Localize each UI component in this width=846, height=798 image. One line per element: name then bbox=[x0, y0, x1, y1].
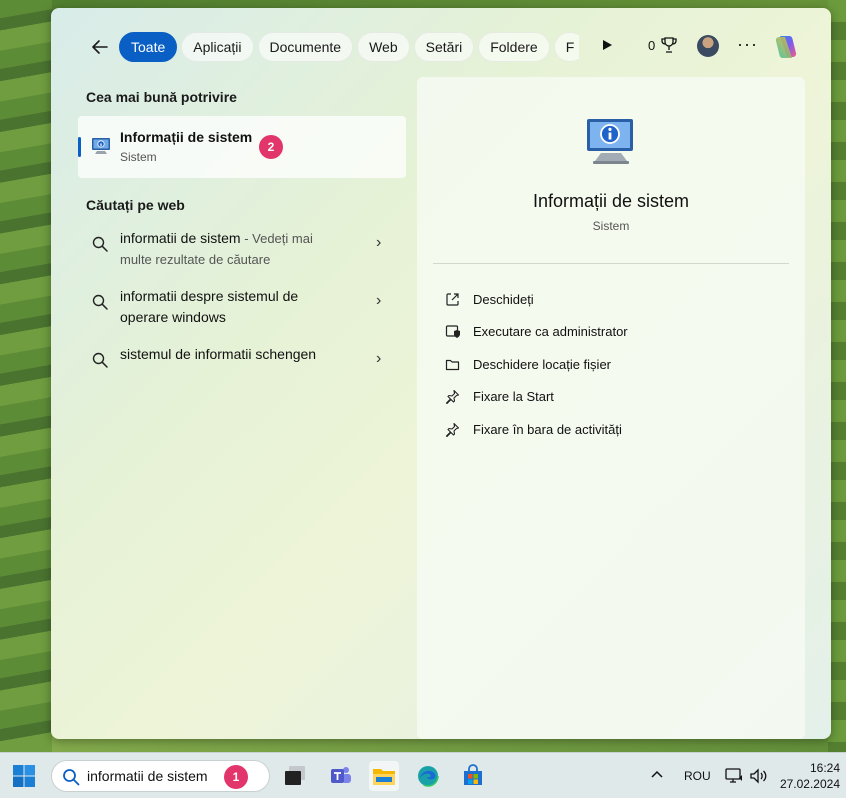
web-result-2-text: informatii despre sistemul de operare win… bbox=[120, 286, 370, 328]
detail-subtitle: Sistem bbox=[592, 219, 630, 233]
best-match-item[interactable]: Informații de sistem Sistem 2 bbox=[78, 116, 406, 178]
chevron-right-icon[interactable]: › bbox=[376, 350, 381, 368]
action-list: Deschideți Executare ca administrator De… bbox=[444, 283, 628, 446]
action-open-file-location[interactable]: Deschidere locație fișier bbox=[444, 348, 628, 381]
folder-icon bbox=[445, 359, 459, 370]
more-options-button[interactable]: ··· bbox=[737, 34, 758, 55]
web-result-3-text: sistemul de informatii schengen bbox=[120, 344, 370, 365]
web-search-heading: Căutați pe web bbox=[86, 197, 185, 213]
step-badge-2: 2 bbox=[259, 135, 283, 159]
network-icon bbox=[725, 768, 742, 783]
user-avatar[interactable] bbox=[697, 35, 719, 57]
action-pin-to-taskbar[interactable]: Fixare în bara de activități bbox=[444, 413, 628, 446]
task-view-button[interactable] bbox=[280, 761, 310, 791]
open-external-icon bbox=[445, 293, 459, 306]
shield-admin-icon bbox=[445, 325, 460, 339]
detail-title: Informații de sistem bbox=[532, 191, 690, 211]
step-badge-1: 1 bbox=[224, 765, 248, 789]
teams-app[interactable] bbox=[326, 761, 356, 791]
desktop-wallpaper bbox=[0, 0, 52, 752]
pin-icon bbox=[445, 390, 459, 405]
show-hidden-icons-button[interactable] bbox=[650, 766, 664, 782]
store-app[interactable] bbox=[458, 761, 488, 791]
tab-more-partial[interactable]: F bbox=[553, 32, 579, 62]
windows-start-icon[interactable] bbox=[12, 764, 36, 788]
more-filters-button[interactable] bbox=[597, 37, 617, 57]
action-pin-to-taskbar-label: Fixare în bara de activități bbox=[473, 421, 622, 437]
copilot-icon[interactable] bbox=[771, 32, 801, 62]
action-run-as-admin[interactable]: Executare ca administrator bbox=[444, 316, 628, 349]
taskbar-search-value[interactable]: informatii de sistem bbox=[87, 768, 208, 784]
clock-time: 16:24 bbox=[809, 761, 840, 775]
web-result-2[interactable]: informatii despre sistemul de operare win… bbox=[78, 282, 406, 340]
volume-icon bbox=[750, 768, 767, 784]
taskbar: informatii de sistem 1 ROU 16:24 27.02.2… bbox=[0, 752, 846, 798]
search-icon bbox=[92, 294, 108, 310]
rewards-points: 0 bbox=[648, 38, 656, 53]
start-search-panel: Toate Aplicații Documente Web Setări Foldere F… bbox=[51, 8, 831, 739]
rewards-trophy-icon[interactable] bbox=[661, 36, 677, 54]
teams-icon bbox=[331, 767, 351, 783]
action-open-file-location-label: Deschidere locație fișier bbox=[473, 356, 612, 372]
system-tray-icons[interactable] bbox=[724, 766, 770, 786]
clock-date: 27.02.2024 bbox=[779, 777, 840, 791]
web-result-1-suffix: - Vedeți mai bbox=[240, 231, 313, 246]
action-run-as-admin-label: Executare ca administrator bbox=[473, 324, 628, 340]
best-match-heading: Cea mai bună potrivire bbox=[86, 89, 237, 105]
chevron-up-icon bbox=[651, 770, 663, 778]
search-icon bbox=[92, 236, 108, 252]
task-view-icon bbox=[285, 766, 305, 785]
store-icon bbox=[464, 764, 482, 785]
file-explorer-app[interactable] bbox=[369, 761, 399, 791]
selection-indicator bbox=[78, 137, 81, 157]
edge-icon bbox=[417, 765, 439, 787]
tab-aplicatii[interactable]: Aplicații bbox=[181, 32, 254, 62]
system-information-large-icon bbox=[587, 119, 633, 164]
edge-app[interactable] bbox=[413, 761, 443, 791]
clock[interactable]: 16:24 27.02.2024 bbox=[780, 760, 840, 792]
search-filter-bar: Toate Aplicații Documente Web Setări Foldere F… bbox=[51, 32, 831, 62]
search-icon bbox=[63, 769, 80, 786]
pin-icon bbox=[445, 422, 459, 437]
web-result-3[interactable]: sistemul de informatii schengen › bbox=[78, 340, 406, 384]
action-pin-to-start[interactable]: Fixare la Start bbox=[444, 381, 628, 414]
action-pin-to-start-label: Fixare la Start bbox=[473, 389, 554, 405]
web-result-2-line2: operare windows bbox=[120, 309, 226, 325]
tab-toate[interactable]: Toate bbox=[119, 32, 178, 62]
web-result-2-line1: informatii despre sistemul de bbox=[120, 288, 299, 304]
tab-foldere[interactable]: Foldere bbox=[478, 32, 550, 62]
web-result-1-text: informatii de sistem - Vedeți mai multe r… bbox=[120, 228, 370, 270]
file-explorer-icon bbox=[373, 769, 395, 785]
best-match-subtitle: Sistem bbox=[120, 150, 157, 164]
filter-tabs: Toate Aplicații Documente Web Setări Foldere F bbox=[119, 32, 579, 62]
tab-documente[interactable]: Documente bbox=[257, 32, 354, 62]
chevron-right-icon[interactable]: › bbox=[376, 292, 381, 310]
back-button[interactable] bbox=[87, 34, 113, 60]
language-indicator[interactable]: ROU bbox=[684, 769, 711, 783]
best-match-title: Informații de sistem bbox=[120, 129, 253, 145]
search-icon bbox=[92, 352, 108, 368]
tab-web[interactable]: Web bbox=[357, 32, 410, 62]
web-result-1-line2: multe rezultate de căutare bbox=[120, 252, 271, 267]
back-arrow-icon bbox=[92, 40, 108, 54]
play-icon bbox=[603, 40, 612, 50]
results-column: Cea mai bună potrivire Informații de sis… bbox=[78, 78, 408, 384]
system-information-icon bbox=[92, 138, 110, 154]
action-open[interactable]: Deschideți bbox=[444, 283, 628, 316]
web-result-1-query: informatii de sistem bbox=[120, 230, 241, 246]
taskbar-search-box[interactable]: informatii de sistem 1 bbox=[51, 760, 270, 792]
detail-pane: Informații de sistem Sistem Deschideți E… bbox=[417, 77, 805, 739]
tab-setari[interactable]: Setări bbox=[413, 32, 475, 62]
web-result-1[interactable]: informatii de sistem - Vedeți mai multe r… bbox=[78, 224, 406, 282]
chevron-right-icon[interactable]: › bbox=[376, 234, 381, 252]
web-result-3-line1: sistemul de informatii schengen bbox=[120, 346, 317, 362]
divider bbox=[433, 263, 789, 264]
action-open-label: Deschideți bbox=[473, 291, 534, 307]
